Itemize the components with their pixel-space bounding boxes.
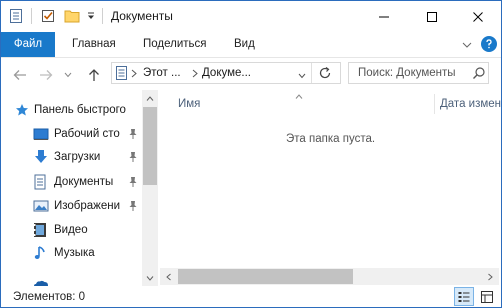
help-icon[interactable] [481, 36, 497, 52]
sidebar-item-pictures[interactable]: Изображени [33, 196, 120, 216]
music-icon [33, 245, 49, 261]
breadcrumb-separator-icon [192, 69, 198, 81]
details-view-button[interactable] [454, 287, 474, 306]
tab-share[interactable]: Поделиться [143, 32, 207, 57]
sidebar-item-downloads[interactable]: Загрузки [33, 147, 100, 167]
address-bar[interactable]: Этот ... Докуме... [111, 62, 341, 84]
sidebar-item-label: Документы [54, 176, 114, 188]
sidebar-item-label: Изображени [54, 200, 121, 212]
title-bar: Документы [1, 1, 501, 32]
scroll-up-arrow-icon[interactable] [142, 90, 158, 106]
sidebar-item-quick-access[interactable]: Панель быстрого [15, 100, 126, 120]
scroll-left-arrow-icon[interactable] [160, 268, 177, 285]
tab-file[interactable]: Файл [1, 32, 55, 57]
properties-icon[interactable] [9, 7, 23, 25]
ribbon-tabs: Файл Главная Поделиться Вид [1, 32, 501, 58]
maximize-button[interactable] [409, 1, 455, 32]
minimize-button[interactable] [361, 1, 407, 32]
refresh-icon[interactable] [318, 66, 332, 83]
tab-view[interactable]: Вид [234, 32, 255, 57]
pin-icon [128, 128, 138, 143]
explorer-window: Документы Файл Главная Поделиться Вид Эт… [0, 0, 502, 308]
sidebar-item-label: Загрузки [54, 151, 101, 163]
pin-icon [128, 200, 138, 215]
sidebar-item-music[interactable]: Музыка [33, 243, 95, 263]
column-header-date-modified[interactable]: Дата измен [440, 98, 501, 110]
checkbox-icon[interactable] [41, 7, 55, 25]
desktop-icon [33, 127, 49, 141]
empty-folder-message: Эта папка пуста. [286, 133, 376, 145]
navigation-pane-scrollbar[interactable] [142, 90, 158, 286]
sidebar-item-label: Видео [54, 224, 88, 236]
breadcrumb-documents[interactable]: Докуме... [202, 67, 251, 79]
large-icons-view-button[interactable] [477, 287, 497, 306]
tab-home[interactable]: Главная [72, 32, 116, 57]
star-icon [15, 103, 31, 117]
new-folder-icon[interactable] [64, 7, 80, 25]
video-icon [33, 222, 49, 238]
column-header-name[interactable]: Имя [178, 98, 200, 110]
breadcrumb-this-pc[interactable]: Этот ... [143, 67, 181, 79]
sidebar-item-label: Музыка [54, 247, 95, 259]
navigation-pane: Панель быстрого Рабочий сто Загрузки Док… [1, 90, 158, 286]
documents-icon [33, 174, 49, 190]
search-box[interactable]: Поиск: Документы [348, 62, 489, 84]
scroll-thumb[interactable] [178, 269, 353, 284]
file-list[interactable]: Имя Дата измен Эта папка пуста. [158, 90, 501, 286]
breadcrumb-separator-icon [131, 69, 137, 81]
sidebar-item-desktop[interactable]: Рабочий сто [33, 124, 120, 144]
search-icon[interactable] [472, 66, 486, 83]
file-list-horizontal-scrollbar[interactable] [160, 268, 499, 285]
address-divider [311, 63, 312, 83]
customize-dropdown-icon[interactable] [87, 7, 95, 25]
sidebar-item-label: Панель быстрого [34, 104, 126, 116]
pin-icon [128, 176, 138, 191]
scroll-thumb[interactable] [143, 107, 157, 185]
up-button[interactable] [85, 66, 103, 84]
scroll-right-arrow-icon[interactable] [482, 268, 499, 285]
qa-divider [102, 8, 103, 24]
sidebar-item-label: Рабочий сто [54, 128, 120, 140]
pin-icon [128, 151, 138, 166]
download-icon [33, 149, 49, 165]
status-bar: Элементов: 0 [1, 287, 501, 307]
window-title: Документы [111, 9, 173, 23]
forward-button[interactable] [37, 66, 55, 84]
recent-dropdown-icon[interactable] [63, 66, 73, 84]
documents-location-icon [116, 66, 127, 83]
sort-up-icon [295, 90, 303, 102]
pictures-icon [33, 199, 49, 213]
back-button[interactable] [11, 66, 29, 84]
ribbon-expand-chevron-icon[interactable] [461, 39, 473, 51]
sidebar-item-documents[interactable]: Документы [33, 172, 113, 192]
column-divider[interactable] [434, 94, 435, 114]
search-input[interactable]: Поиск: Документы [358, 67, 456, 79]
sidebar-item-videos[interactable]: Видео [33, 220, 88, 240]
scroll-down-arrow-icon[interactable] [142, 270, 158, 286]
onedrive-partial-icon [33, 278, 49, 286]
address-dropdown-icon[interactable] [298, 70, 306, 82]
qa-divider [31, 8, 32, 24]
close-button[interactable] [455, 1, 501, 32]
item-count: Элементов: 0 [13, 291, 86, 303]
